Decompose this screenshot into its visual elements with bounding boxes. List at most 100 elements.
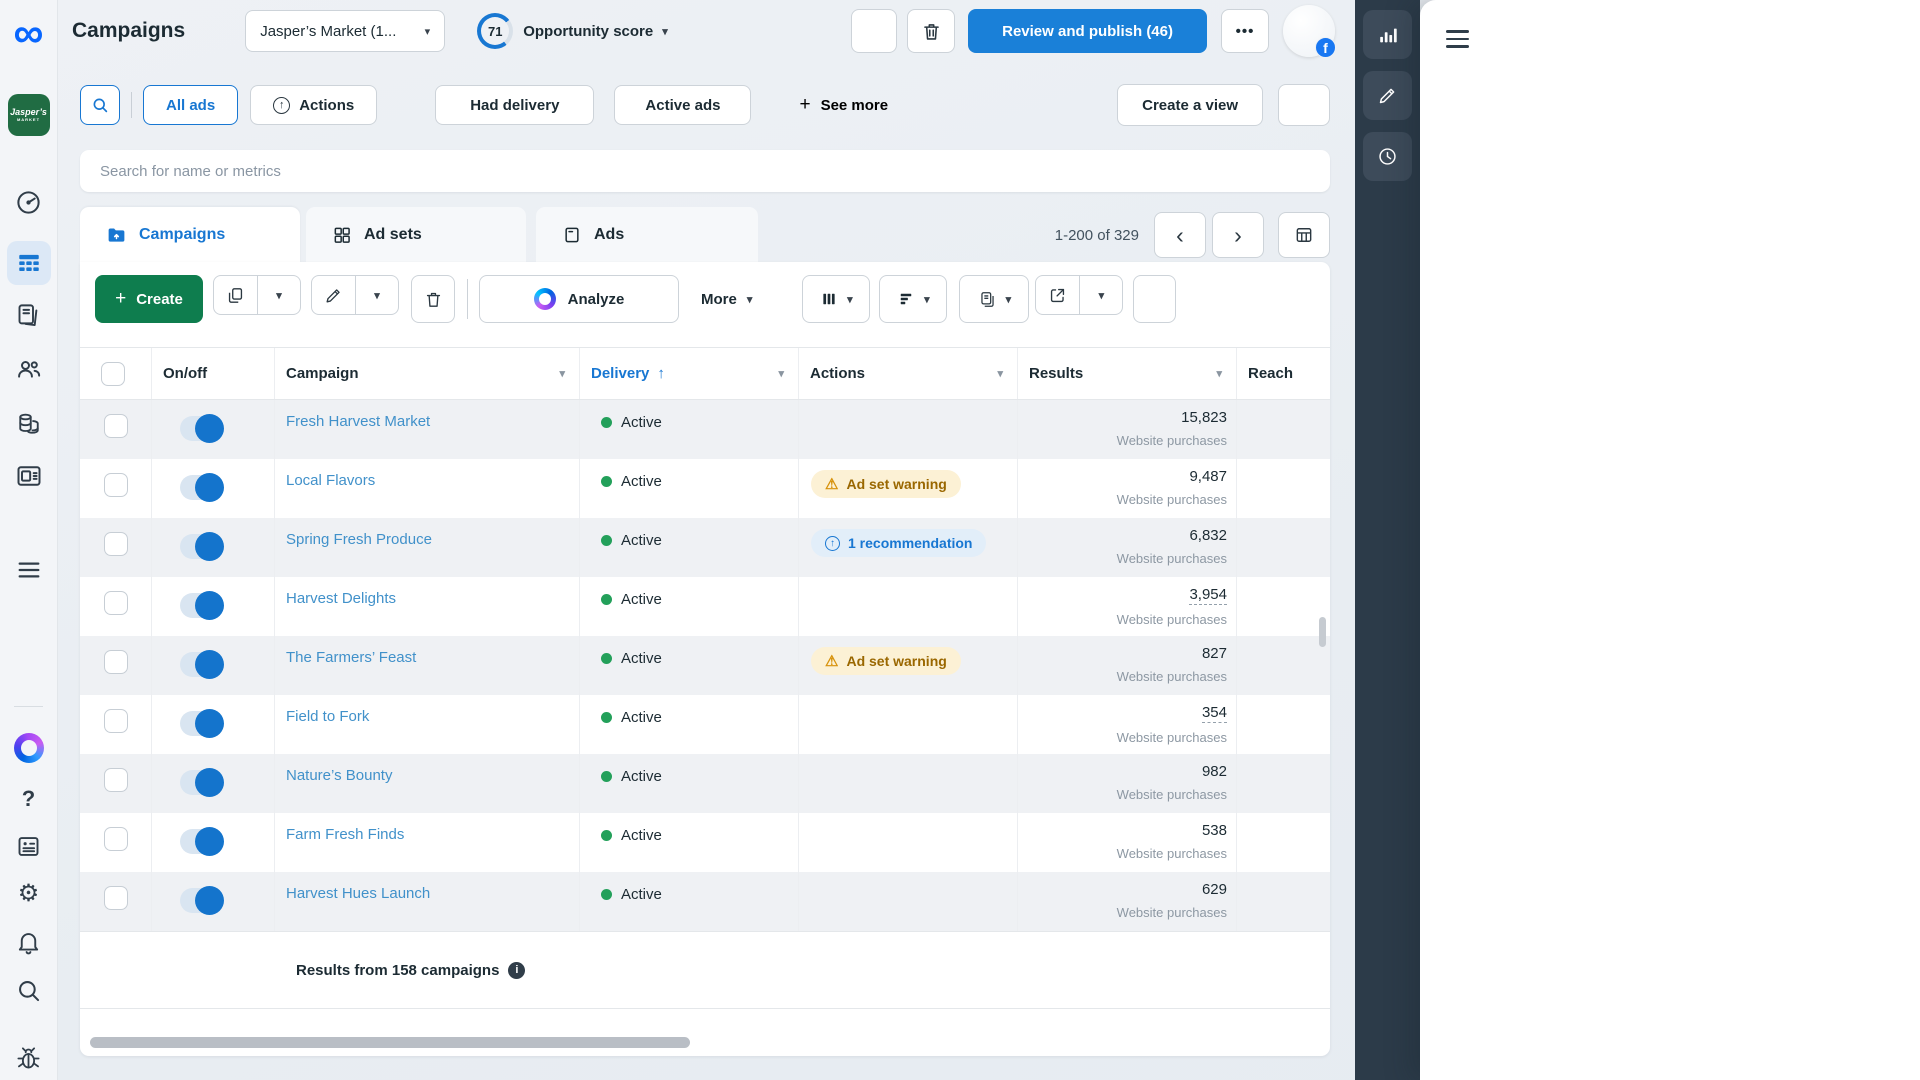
horizontal-scrollbar[interactable] (90, 1037, 690, 1048)
tab-campaigns[interactable]: Campaigns (80, 207, 300, 263)
filter-active-ads[interactable]: Active ads (614, 85, 751, 125)
select-all-checkbox[interactable] (101, 362, 125, 386)
toolbar-extra-button[interactable] (1133, 275, 1176, 323)
see-more-filters-button[interactable]: + See more (799, 94, 888, 116)
column-filter-caret-icon[interactable]: ▾ (1216, 367, 1222, 380)
account-overview-icon[interactable] (7, 180, 51, 224)
filter-actions[interactable]: ↑ Actions (250, 85, 377, 125)
account-selector-dropdown[interactable]: Jasper’s Market (1... ▾ (245, 10, 445, 52)
analyze-button[interactable]: Analyze (479, 275, 679, 323)
events-manager-icon[interactable] (7, 454, 51, 498)
campaign-on-off-toggle[interactable] (180, 770, 222, 795)
row-checkbox[interactable] (104, 591, 128, 615)
ad-set-warning-badge[interactable]: ⚠ Ad set warning (811, 647, 961, 675)
campaign-on-off-toggle[interactable] (180, 593, 222, 618)
duplicate-options-button[interactable]: ▾ (258, 275, 301, 315)
export-options-button[interactable]: ▾ (1080, 275, 1123, 315)
billing-coins-icon[interactable] (7, 402, 51, 446)
panel-menu-icon[interactable] (1446, 30, 1469, 48)
history-panel-button[interactable] (1363, 132, 1412, 181)
create-campaign-button[interactable]: + Create (95, 275, 203, 323)
workspace-avatar-jaspers-market[interactable]: Jasper’sMARKET (7, 93, 51, 137)
delete-button[interactable] (411, 275, 455, 323)
campaign-name-link[interactable]: Local Flavors (286, 472, 375, 489)
column-filter-caret-icon[interactable]: ▾ (559, 367, 565, 380)
campaign-name-link[interactable]: Fresh Harvest Market (286, 413, 430, 430)
campaign-name-link[interactable]: Field to Fork (286, 708, 369, 725)
edit-options-button[interactable]: ▾ (356, 275, 399, 315)
recommendation-badge[interactable]: ↑ 1 recommendation (811, 529, 986, 557)
meta-ai-icon[interactable] (7, 726, 51, 770)
opportunity-score-dropdown[interactable]: Opportunity score ▾ (523, 23, 668, 40)
user-avatar[interactable]: f (1283, 5, 1335, 57)
column-header-actions[interactable]: Actions ▾ (799, 348, 1018, 399)
pagination-prev-button[interactable]: ‹ (1154, 212, 1206, 258)
filter-all-ads[interactable]: All ads (143, 85, 238, 125)
campaign-on-off-toggle[interactable] (180, 416, 222, 441)
search-sidebar-icon[interactable] (7, 968, 51, 1012)
audiences-icon[interactable] (7, 347, 51, 391)
breakdown-button[interactable]: ▾ (879, 275, 947, 323)
table-view-button[interactable] (1278, 212, 1330, 258)
filter-had-delivery[interactable]: Had delivery (435, 85, 594, 125)
all-tools-menu-icon[interactable] (7, 548, 51, 592)
row-checkbox[interactable] (104, 650, 128, 674)
campaign-name-link[interactable]: Nature’s Bounty (286, 767, 392, 784)
charts-panel-button[interactable] (1363, 10, 1412, 59)
more-actions-button[interactable]: More ▾ (701, 275, 752, 323)
search-input[interactable] (100, 163, 1310, 180)
campaign-on-off-toggle[interactable] (180, 829, 222, 854)
campaign-name-link[interactable]: Harvest Delights (286, 590, 396, 607)
campaign-name-link[interactable]: Harvest Hues Launch (286, 885, 430, 902)
review-and-publish-button[interactable]: Review and publish (46) (968, 9, 1207, 53)
tab-ad-sets[interactable]: Ad sets (306, 207, 526, 263)
info-icon[interactable]: i (508, 962, 525, 979)
campaign-name-link[interactable]: The Farmers’ Feast (286, 649, 416, 666)
views-extra-button[interactable] (1278, 84, 1330, 126)
create-a-view-button[interactable]: Create a view (1117, 84, 1263, 126)
campaign-on-off-toggle[interactable] (180, 475, 222, 500)
export-button[interactable] (1035, 275, 1080, 315)
campaign-name-link[interactable]: Farm Fresh Finds (286, 826, 404, 843)
column-filter-caret-icon[interactable]: ▾ (997, 367, 1003, 380)
pagination-next-button[interactable]: › (1212, 212, 1264, 258)
campaign-on-off-toggle[interactable] (180, 652, 222, 677)
column-header-on-off[interactable]: On/off (152, 348, 275, 399)
edit-button[interactable] (311, 275, 356, 315)
row-checkbox[interactable] (104, 827, 128, 851)
help-icon[interactable]: ? (7, 777, 51, 821)
header-more-button[interactable]: ••• (1221, 9, 1269, 53)
ad-set-warning-badge[interactable]: ⚠ Ad set warning (811, 470, 961, 498)
discard-drafts-button[interactable] (907, 9, 955, 53)
reports-button[interactable]: ▾ (959, 275, 1029, 323)
row-checkbox[interactable] (104, 709, 128, 733)
duplicate-button[interactable] (213, 275, 258, 315)
settings-gear-icon[interactable]: ⚙ (7, 872, 51, 916)
row-checkbox[interactable] (104, 886, 128, 910)
campaign-on-off-toggle[interactable] (180, 534, 222, 559)
filter-search-button[interactable] (80, 85, 120, 125)
campaigns-table-icon-selected[interactable] (7, 241, 51, 285)
column-header-delivery[interactable]: Delivery ↑ ▾ (580, 348, 799, 399)
column-filter-caret-icon[interactable]: ▾ (778, 367, 784, 380)
columns-button[interactable]: ▾ (802, 275, 870, 323)
column-header-campaign[interactable]: Campaign ▾ (275, 348, 580, 399)
report-bug-icon[interactable] (7, 1036, 51, 1080)
header-extra-button[interactable] (851, 9, 897, 53)
meta-logo-icon[interactable]: ∞ (7, 11, 51, 55)
campaign-on-off-toggle[interactable] (180, 888, 222, 913)
row-checkbox[interactable] (104, 414, 128, 438)
column-header-reach[interactable]: Reach (1237, 348, 1330, 399)
notifications-bell-icon[interactable] (7, 920, 51, 964)
whats-new-icon[interactable] (7, 824, 51, 868)
edit-panel-button[interactable] (1363, 71, 1412, 120)
ads-reporting-icon[interactable] (7, 293, 51, 337)
row-checkbox[interactable] (104, 473, 128, 497)
vertical-scrollbar[interactable] (1319, 617, 1326, 647)
campaign-name-link[interactable]: Spring Fresh Produce (286, 531, 432, 548)
tab-ads[interactable]: Ads (536, 207, 758, 263)
row-checkbox[interactable] (104, 768, 128, 792)
row-checkbox[interactable] (104, 532, 128, 556)
column-header-results[interactable]: Results ▾ (1018, 348, 1237, 399)
campaign-on-off-toggle[interactable] (180, 711, 222, 736)
